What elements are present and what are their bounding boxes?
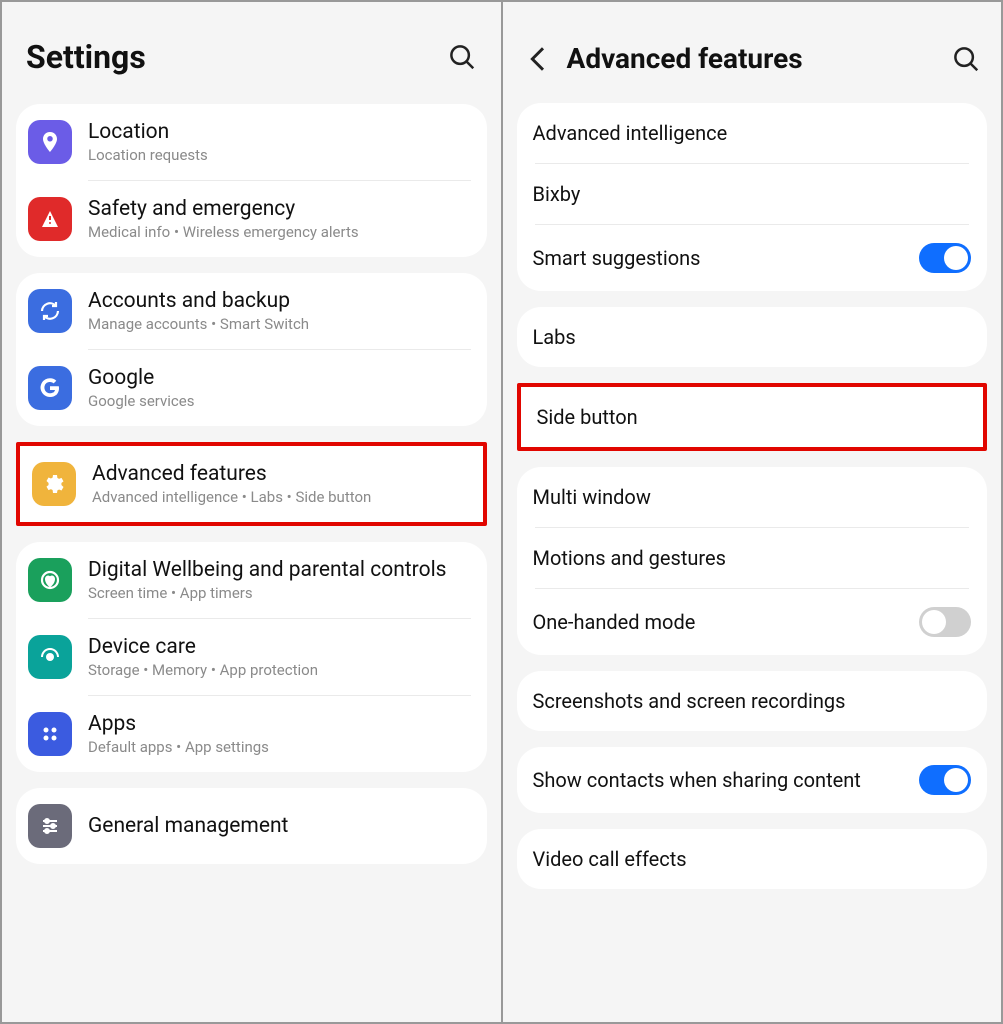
advanced-group: Advanced intelligence Bixby Smart suggesti… (517, 103, 988, 291)
item-title: Device care (88, 635, 475, 659)
item-title: Advanced features (92, 462, 471, 486)
settings-item-general-management[interactable]: General management (16, 788, 487, 864)
wellbeing-icon (28, 558, 72, 602)
location-icon (28, 120, 72, 164)
advanced-group: Side button (517, 383, 988, 451)
settings-group: Digital Wellbeing and parental controls S… (16, 542, 487, 772)
item-title: Side button (537, 405, 968, 429)
item-subtitle: Default apps • App settings (88, 738, 475, 756)
item-title: General management (88, 814, 475, 838)
advanced-item-advanced-intelligence[interactable]: Advanced intelligence (517, 103, 988, 163)
settings-item-google[interactable]: Google Google services (16, 350, 487, 426)
item-subtitle: Manage accounts • Smart Switch (88, 315, 475, 333)
item-title: Digital Wellbeing and parental controls (88, 558, 475, 582)
apps-icon (28, 712, 72, 756)
settings-item-digital-wellbeing-and-parental-controls[interactable]: Digital Wellbeing and parental controls S… (16, 542, 487, 618)
item-title: Labs (533, 325, 972, 349)
item-subtitle: Google services (88, 392, 475, 410)
settings-item-safety-and-emergency[interactable]: Safety and emergency Medical info • Wirel… (16, 181, 487, 257)
item-title: Location (88, 120, 475, 144)
advanced-item-multi-window[interactable]: Multi window (517, 467, 988, 527)
toggle-switch[interactable] (919, 765, 971, 795)
settings-pane: Settings Location Location requests Safety… (2, 2, 501, 1022)
advanced-item-one-handed-mode[interactable]: One-handed mode (517, 589, 988, 655)
search-button[interactable] (447, 42, 477, 72)
settings-item-accounts-and-backup[interactable]: Accounts and backup Manage accounts • Sma… (16, 273, 487, 349)
item-title: Smart suggestions (533, 246, 920, 270)
item-subtitle: Storage • Memory • App protection (88, 661, 475, 679)
advanced-group: Video call effects (517, 829, 988, 889)
advanced-item-bixby[interactable]: Bixby (517, 164, 988, 224)
item-title: Screenshots and screen recordings (533, 689, 972, 713)
item-title: One-handed mode (533, 610, 920, 634)
advanced-item-show-contacts-when-sharing-content[interactable]: Show contacts when sharing content (517, 747, 988, 813)
toggle-switch[interactable] (919, 243, 971, 273)
advanced-content: Advanced intelligence Bixby Smart suggesti… (503, 103, 1002, 889)
advanced-group: Show contacts when sharing content (517, 747, 988, 813)
item-title: Accounts and backup (88, 289, 475, 313)
advanced-group: Multi window Motions and gestures One-hand… (517, 467, 988, 655)
item-title: Motions and gestures (533, 546, 972, 570)
settings-group: Location Location requests Safety and emer… (16, 104, 487, 257)
general-icon (28, 804, 72, 848)
item-subtitle: Advanced intelligence • Labs • Side butt… (92, 488, 471, 506)
settings-item-apps[interactable]: Apps Default apps • App settings (16, 696, 487, 772)
item-title: Apps (88, 712, 475, 736)
safety-icon (28, 197, 72, 241)
item-title: Show contacts when sharing content (533, 768, 920, 792)
accounts-icon (28, 289, 72, 333)
settings-item-location[interactable]: Location Location requests (16, 104, 487, 180)
advanced-icon (32, 462, 76, 506)
item-title: Multi window (533, 485, 972, 509)
page-title: Settings (26, 38, 447, 76)
back-button[interactable] (523, 43, 555, 75)
advanced-item-side-button[interactable]: Side button (521, 387, 984, 447)
settings-group: Advanced features Advanced intelligence •… (16, 442, 487, 526)
item-title: Video call effects (533, 847, 972, 871)
item-subtitle: Screen time • App timers (88, 584, 475, 602)
advanced-features-pane: Advanced features Advanced intelligence B… (503, 2, 1002, 1022)
device-icon (28, 635, 72, 679)
search-icon (447, 42, 477, 72)
settings-item-advanced-features[interactable]: Advanced features Advanced intelligence •… (20, 446, 483, 522)
item-subtitle: Medical info • Wireless emergency alerts (88, 223, 475, 241)
google-icon (28, 366, 72, 410)
page-title: Advanced features (567, 42, 952, 75)
item-title: Google (88, 366, 475, 390)
advanced-item-labs[interactable]: Labs (517, 307, 988, 367)
search-icon (951, 44, 981, 74)
advanced-header: Advanced features (503, 2, 1002, 103)
advanced-item-screenshots-and-screen-recordings[interactable]: Screenshots and screen recordings (517, 671, 988, 731)
settings-group: General management (16, 788, 487, 864)
advanced-item-video-call-effects[interactable]: Video call effects (517, 829, 988, 889)
advanced-group: Screenshots and screen recordings (517, 671, 988, 731)
chevron-left-icon (523, 43, 555, 75)
settings-item-device-care[interactable]: Device care Storage • Memory • App protec… (16, 619, 487, 695)
advanced-item-motions-and-gestures[interactable]: Motions and gestures (517, 528, 988, 588)
toggle-switch[interactable] (919, 607, 971, 637)
item-title: Safety and emergency (88, 197, 475, 221)
advanced-item-smart-suggestions[interactable]: Smart suggestions (517, 225, 988, 291)
settings-header: Settings (2, 2, 501, 104)
advanced-group: Labs (517, 307, 988, 367)
item-title: Bixby (533, 182, 972, 206)
settings-content: Location Location requests Safety and emer… (2, 104, 501, 864)
search-button[interactable] (951, 44, 981, 74)
item-subtitle: Location requests (88, 146, 475, 164)
item-title: Advanced intelligence (533, 121, 972, 145)
settings-group: Accounts and backup Manage accounts • Sma… (16, 273, 487, 426)
